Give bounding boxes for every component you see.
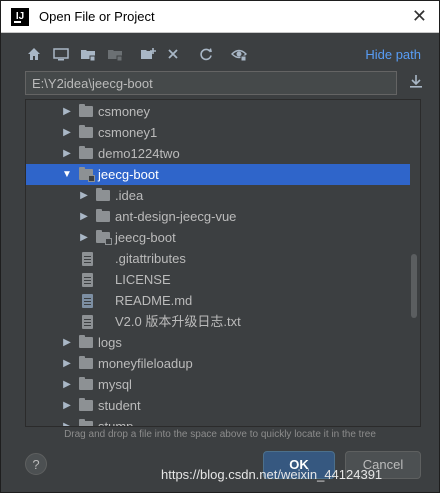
tree-item-label: ant-design-jeecg-vue bbox=[115, 209, 237, 224]
tree-item-label: csmoney bbox=[98, 104, 151, 119]
tree-folder-item[interactable]: ▶ logs bbox=[26, 332, 410, 353]
expand-arrow-right-icon[interactable]: ▶ bbox=[79, 227, 89, 248]
tree-item-label: .gitattributes bbox=[115, 251, 186, 266]
expand-arrow-right-icon[interactable]: ▶ bbox=[79, 185, 89, 206]
tree-item-label: mysql bbox=[98, 377, 132, 392]
home-icon[interactable] bbox=[25, 45, 43, 63]
folder-icon bbox=[79, 377, 93, 390]
expand-arrow-right-icon[interactable]: ▶ bbox=[62, 101, 72, 122]
folder-icon bbox=[79, 356, 93, 369]
intellij-logo-icon: IJ bbox=[11, 8, 29, 26]
tree-folder-item[interactable]: ▶ csmoney1 bbox=[26, 122, 410, 143]
expand-arrow-right-icon[interactable]: ▶ bbox=[62, 332, 72, 353]
tree-item-label: stump bbox=[98, 419, 134, 427]
expand-arrow-down-icon[interactable]: ▼ bbox=[62, 164, 72, 185]
tree-folder-item[interactable]: ▶ jeecg-boot bbox=[26, 227, 410, 248]
drag-drop-hint: Drag and drop a file into the space abov… bbox=[64, 429, 376, 440]
folder-icon bbox=[79, 125, 93, 138]
open-file-dialog: IJ Open File or Project ✕ Hide path E:\Y… bbox=[0, 0, 440, 493]
close-icon[interactable]: ✕ bbox=[412, 6, 427, 26]
download-icon[interactable] bbox=[407, 73, 425, 93]
folder-icon bbox=[79, 335, 93, 348]
expand-arrow-right-icon[interactable]: ▶ bbox=[62, 374, 72, 395]
folder-icon bbox=[96, 188, 110, 201]
expand-arrow-right-icon[interactable]: ▶ bbox=[62, 395, 72, 416]
markdown-file-icon bbox=[82, 294, 93, 308]
tree-item-label: .idea bbox=[115, 188, 144, 203]
tree-item-label: student bbox=[98, 398, 141, 413]
dialog-title: Open File or Project bbox=[39, 9, 155, 24]
expand-arrow-right-icon[interactable]: ▶ bbox=[62, 143, 72, 164]
tree-item-label: README.md bbox=[115, 293, 193, 308]
tree-folder-item[interactable]: ▶ ant-design-jeecg-vue bbox=[26, 206, 410, 227]
tree-folder-item[interactable]: ▶ moneyfileloadup bbox=[26, 353, 410, 374]
tree-file-item[interactable]: .gitattributes bbox=[26, 248, 410, 269]
folder-icon bbox=[96, 209, 110, 222]
path-row bbox=[25, 71, 429, 95]
tree-folder-item[interactable]: ▶ demo1224two bbox=[26, 143, 410, 164]
file-tree[interactable]: ▶ csmoney ▶ csmoney1 ▶ demo1224two ▼ jeecg-boot… bbox=[25, 99, 421, 427]
title-bar: IJ Open File or Project ✕ bbox=[1, 1, 439, 33]
tree-folder-item[interactable]: ▶ .idea bbox=[26, 185, 410, 206]
watermark-text: https://blog.csdn.net/weixin_44124391 bbox=[161, 467, 383, 482]
expand-arrow-right-icon[interactable]: ▶ bbox=[62, 416, 72, 426]
tree-item-label: LICENSE bbox=[115, 272, 171, 287]
scrollbar[interactable] bbox=[411, 100, 419, 426]
folder-icon bbox=[79, 104, 93, 117]
show-hidden-icon[interactable] bbox=[230, 45, 248, 63]
tree-item-label: moneyfileloadup bbox=[98, 356, 193, 371]
text-file-icon bbox=[82, 252, 93, 266]
module-folder-icon[interactable] bbox=[106, 45, 124, 63]
new-folder-icon[interactable] bbox=[139, 45, 157, 63]
tree-file-item[interactable]: README.md bbox=[26, 290, 410, 311]
expand-arrow-right-icon[interactable]: ▶ bbox=[62, 353, 72, 374]
folder-icon bbox=[79, 146, 93, 159]
help-button[interactable]: ? bbox=[25, 453, 47, 475]
folder-icon bbox=[79, 398, 93, 411]
text-file-icon bbox=[82, 315, 93, 329]
hide-path-link[interactable]: Hide path bbox=[365, 47, 421, 62]
tree-file-item[interactable]: V2.0 版本升级日志.txt bbox=[26, 311, 410, 332]
tree-item-label: jeecg-boot bbox=[98, 167, 159, 182]
refresh-icon[interactable] bbox=[197, 45, 215, 63]
tree-folder-item[interactable]: ▶ stump bbox=[26, 416, 410, 427]
path-input[interactable] bbox=[25, 71, 397, 95]
tree-folder-item[interactable]: ▶ csmoney bbox=[26, 101, 410, 122]
tree-item-label: logs bbox=[98, 335, 122, 350]
tree-folder-item[interactable]: ▶ student bbox=[26, 395, 410, 416]
tree-item-label: demo1224two bbox=[98, 146, 180, 161]
module-folder-icon bbox=[96, 230, 112, 245]
tree-folder-item[interactable]: ▼ jeecg-boot bbox=[26, 164, 410, 185]
expand-arrow-right-icon[interactable]: ▶ bbox=[79, 206, 89, 227]
module-folder-icon bbox=[79, 167, 95, 182]
tree-item-label: jeecg-boot bbox=[115, 230, 176, 245]
text-file-icon bbox=[82, 273, 93, 287]
expand-arrow-right-icon[interactable]: ▶ bbox=[62, 122, 72, 143]
scrollbar-thumb[interactable] bbox=[411, 254, 417, 318]
delete-icon[interactable] bbox=[164, 45, 182, 63]
tree-item-label: csmoney1 bbox=[98, 125, 158, 140]
toolbar: Hide path bbox=[25, 45, 429, 65]
tree-item-label: V2.0 版本升级日志.txt bbox=[115, 314, 241, 329]
tree-folder-item[interactable]: ▶ mysql bbox=[26, 374, 410, 395]
project-folder-icon[interactable] bbox=[79, 45, 97, 63]
folder-icon bbox=[79, 419, 93, 426]
tree-file-item[interactable]: LICENSE bbox=[26, 269, 410, 290]
desktop-icon[interactable] bbox=[52, 45, 70, 63]
